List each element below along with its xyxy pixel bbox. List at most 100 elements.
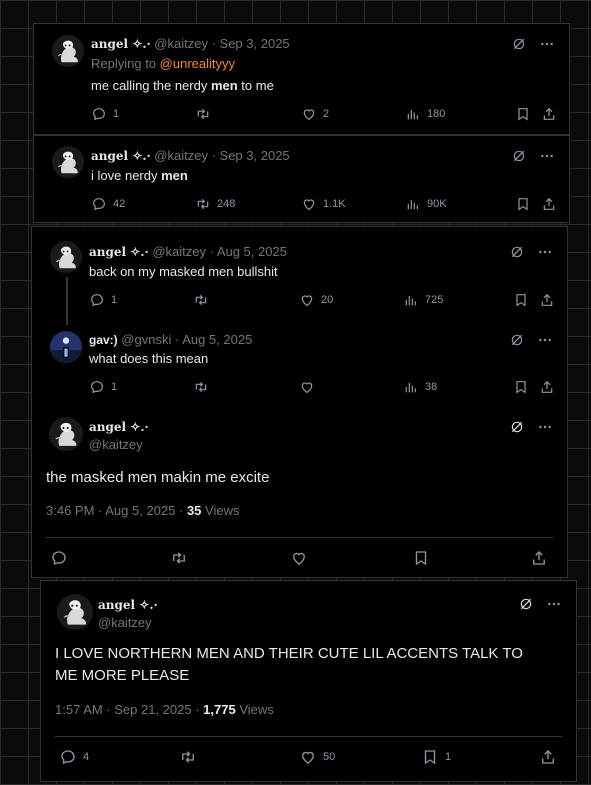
like-button[interactable]: 20 [299,292,333,308]
retweet-icon [195,196,211,212]
share-icon [539,379,555,395]
views-button[interactable]: 725 [403,292,443,308]
divider [55,736,562,737]
tweet-top-icons [509,419,553,435]
more-icon[interactable] [539,36,555,52]
retweet-button[interactable] [193,379,209,395]
avatar[interactable] [50,331,82,363]
bookmark-button[interactable]: 1 [421,748,451,766]
avatar[interactable] [50,241,82,273]
share-button[interactable] [539,292,555,308]
handle[interactable]: @kaitzey [154,36,208,51]
replying-to: Replying to @unrealityyy [91,56,236,71]
date[interactable]: · Aug 5, 2025 [175,332,252,347]
display-name[interactable]: angel ✧.· [91,37,151,51]
retweet-button[interactable] [195,106,217,122]
views-button[interactable]: 38 [403,379,437,395]
grok-icon[interactable] [509,244,525,260]
reply-button[interactable] [50,549,68,567]
reply-button[interactable]: 1 [91,106,119,122]
handle[interactable]: @kaitzey [89,436,149,454]
mention-link[interactable]: @unrealityyy [160,56,235,71]
date[interactable]: · Sep 3, 2025 [212,36,290,51]
tweet-top-icons [511,148,555,164]
tweet-card[interactable]: angel ✧.· @kaitzey · Sep 3, 2025 Replyin… [33,23,570,135]
date[interactable]: · Aug 5, 2025 [210,244,287,259]
action-bar: 4 50 1 [55,748,565,766]
action-bar: 1 38 [89,379,557,397]
tweet-card[interactable]: angel ✧.· @kaitzey I LOVE NORTHERN MEN A… [40,580,577,782]
share-icon [539,748,557,766]
display-name[interactable]: gav:) [89,333,118,347]
like-button[interactable]: 2 [301,106,329,122]
reply-icon [89,379,105,395]
avatar[interactable] [52,146,84,178]
avatar[interactable] [49,417,83,451]
reply-button[interactable]: 42 [91,196,125,212]
bookmark-button[interactable] [515,196,531,212]
display-name[interactable]: angel ✧.· [91,149,151,163]
retweet-button[interactable]: 248 [195,196,235,212]
share-button[interactable] [539,379,555,395]
more-icon[interactable] [537,332,553,348]
share-button[interactable] [541,106,557,122]
grok-icon[interactable] [518,596,534,612]
reply-button[interactable]: 1 [89,292,117,308]
views-icon [405,196,421,212]
grok-icon[interactable] [511,36,527,52]
bookmark-icon [412,549,430,567]
tweet-card[interactable]: angel ✧.· @kaitzey · Sep 3, 2025 i love … [33,135,570,223]
like-button[interactable] [299,379,315,395]
more-icon[interactable] [539,148,555,164]
views-button[interactable]: 90K [405,196,447,212]
bookmark-button[interactable] [412,549,430,567]
handle[interactable]: @kaitzey [152,244,206,259]
reply-button[interactable]: 4 [59,748,89,766]
share-button[interactable] [539,748,557,766]
bookmark-button[interactable] [513,292,529,308]
display-name[interactable]: angel ✧.· [89,418,149,436]
handle[interactable]: @kaitzey [98,614,158,632]
more-icon[interactable] [537,419,553,435]
retweet-icon [170,549,188,567]
grok-icon[interactable] [511,148,527,164]
tweet-header: angel ✧.· @kaitzey · Aug 5, 2025 [89,244,287,259]
like-button[interactable]: 1.1K [301,196,346,212]
share-button[interactable] [541,196,557,212]
retweet-button[interactable] [179,748,197,766]
display-name[interactable]: angel ✧.· [89,245,149,259]
more-icon[interactable] [546,596,562,612]
like-icon [290,549,308,567]
reply-icon [91,196,107,212]
tweet-header: angel ✧.· @kaitzey [98,596,158,632]
retweet-button[interactable] [170,549,188,567]
reply-button[interactable]: 1 [89,379,117,395]
retweet-icon [179,748,197,766]
display-name[interactable]: angel ✧.· [98,596,158,614]
timestamp-views: 3:46 PM · Aug 5, 2025 · 35 Views [46,503,240,518]
grok-icon[interactable] [509,419,525,435]
tweet-header: angel ✧.· @kaitzey [89,418,149,454]
grok-icon[interactable] [509,332,525,348]
reply-icon [50,549,68,567]
retweet-icon [195,106,211,122]
action-bar: 1 20 725 [89,292,557,310]
tweet-text: me calling the nerdy men to me [91,78,274,93]
more-icon[interactable] [537,244,553,260]
avatar[interactable] [57,594,93,630]
tweet-text: i love nerdy men [91,168,188,183]
bookmark-button[interactable] [515,106,531,122]
like-button[interactable]: 50 [299,748,335,766]
bookmark-button[interactable] [513,379,529,395]
handle[interactable]: @gvnski [121,332,171,347]
timestamp[interactable]: 1:57 AM · Sep 21, 2025 · [55,702,200,717]
retweet-button[interactable] [193,292,215,308]
date[interactable]: · Sep 3, 2025 [212,148,290,163]
timestamp[interactable]: 3:46 PM · Aug 5, 2025 · [46,503,183,518]
share-button[interactable] [530,549,548,567]
avatar[interactable] [52,35,84,67]
views-button[interactable]: 180 [405,106,445,122]
handle[interactable]: @kaitzey [154,148,208,163]
bookmark-icon [515,196,531,212]
like-button[interactable] [290,549,308,567]
